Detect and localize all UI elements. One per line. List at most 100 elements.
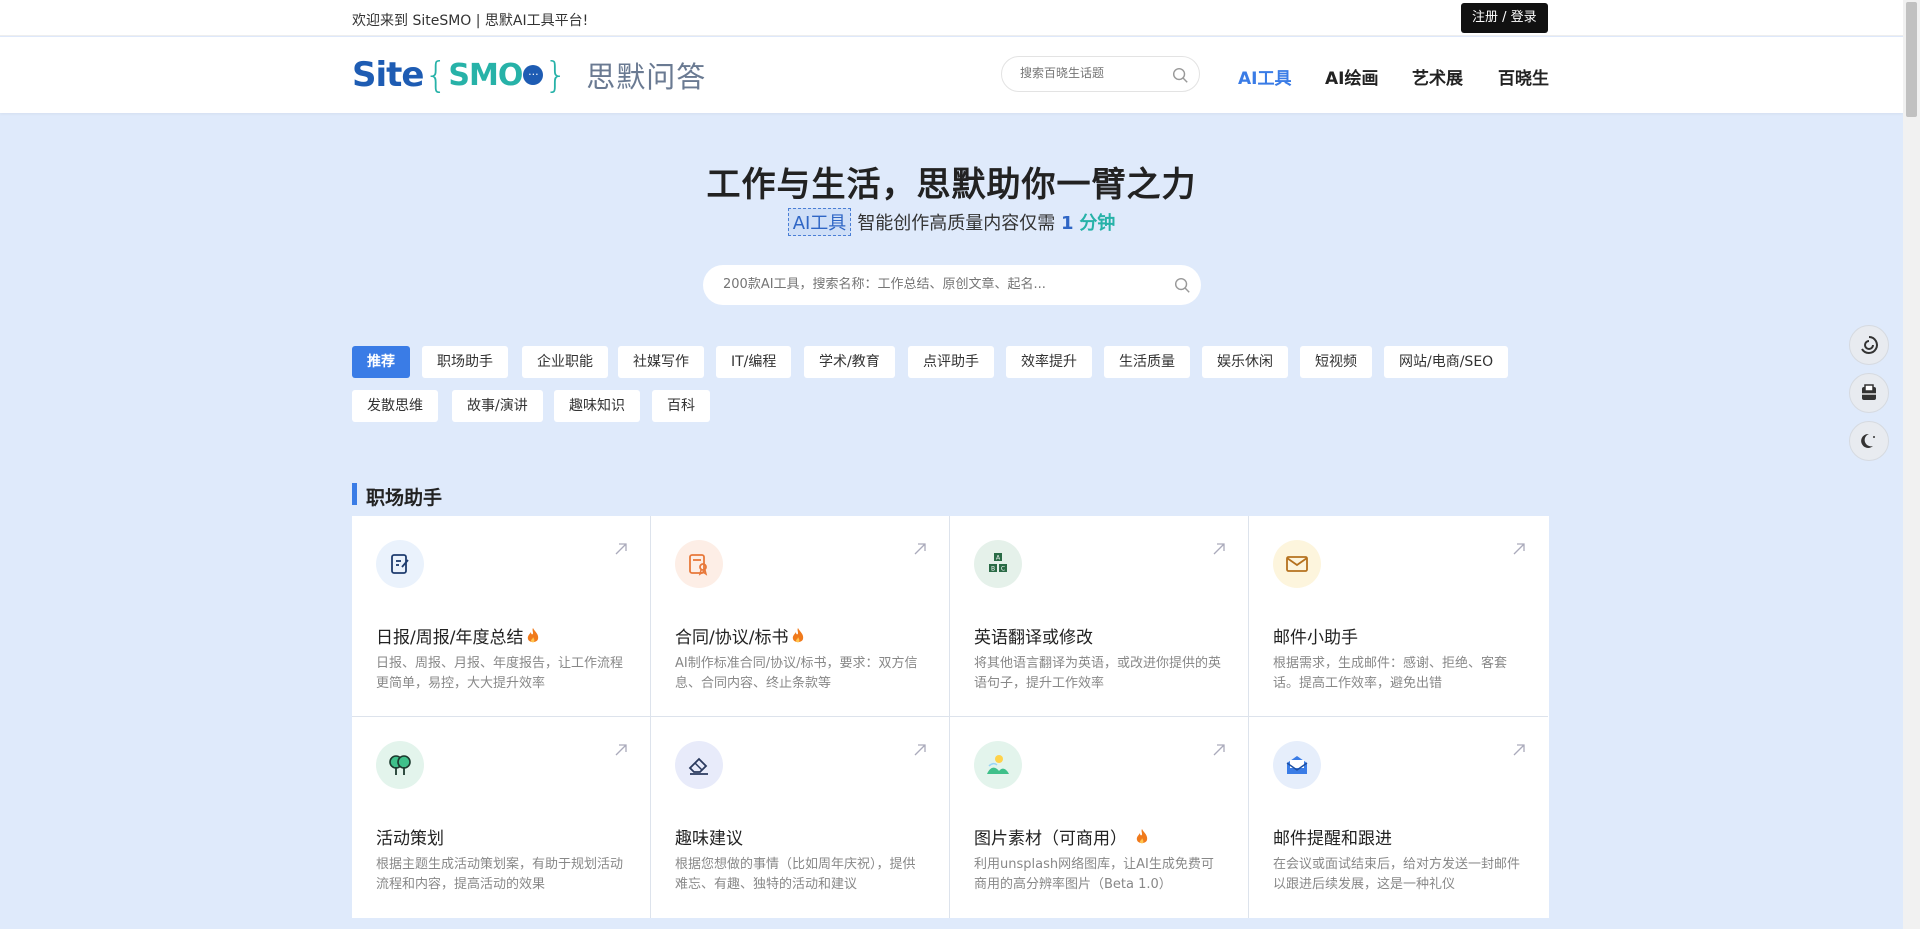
tool-card-title: 邮件提醒和跟进 <box>1273 824 1392 849</box>
tool-card-title: 趣味建议 <box>675 824 743 849</box>
hero-search-box[interactable] <box>703 265 1201 305</box>
category-tag[interactable]: 网站/电商/SEO <box>1384 346 1509 378</box>
tool-card-title: 邮件小助手 <box>1273 623 1358 648</box>
tool-card[interactable]: 图片素材（可商用） 利用unsplash网络图库，让AI生成免费可商用的高分辨率… <box>950 717 1249 918</box>
arrow-up-right-icon <box>615 543 627 555</box>
tool-card-desc: 根据主题生成活动策划案，有助于规划活动流程和内容，提高活动的效果 <box>376 857 624 892</box>
category-tag[interactable]: 发散思维 <box>352 390 438 422</box>
tool-card-title-text: 日报/周报/年度总结 <box>376 628 524 648</box>
hero-sub-text: 智能创作高质量内容仅需 <box>857 213 1056 234</box>
category-tag[interactable]: 娱乐休闲 <box>1202 346 1288 378</box>
tool-card-title-text: 英语翻译或修改 <box>974 628 1093 648</box>
tool-card-desc: 将其他语言翻译为英语，或改进你提供的英语句子，提升工作效率 <box>974 656 1222 691</box>
tool-card-title-text: 趣味建议 <box>675 829 743 849</box>
category-tag[interactable]: 效率提升 <box>1006 346 1092 378</box>
tool-card-desc: 在会议或面试结束后，给对方发送一封邮件以跟进后续发展，这是一种礼仪 <box>1273 857 1521 892</box>
tool-card-title: 英语翻译或修改 <box>974 623 1093 648</box>
trees-icon <box>376 741 424 789</box>
svg-text:C: C <box>1001 566 1005 573</box>
welcome-text: 欢迎来到 SiteSMO | 思默AI工具平台! <box>352 13 589 29</box>
arrow-up-right-icon <box>1513 744 1525 756</box>
tool-card[interactable]: 活动策划 根据主题生成活动策划案，有助于规划活动流程和内容，提高活动的效果 <box>352 717 651 918</box>
category-tag-recommend[interactable]: 推荐 <box>352 346 410 378</box>
category-tag[interactable]: 短视频 <box>1300 346 1372 378</box>
header-search-box[interactable] <box>1001 56 1200 92</box>
tool-card-title: 日报/周报/年度总结 <box>376 623 540 648</box>
logo-smo-text: SMO <box>448 57 523 93</box>
category-tag[interactable]: 学术/教育 <box>804 346 895 378</box>
tool-card[interactable]: 合同/协议/标书 AI制作标准合同/协议/标书，要求：双方信息、合同内容、终止条… <box>651 516 950 717</box>
hero-subtitle: AI工具 智能创作高质量内容仅需 1 分钟 <box>0 208 1903 236</box>
share-button[interactable] <box>1849 325 1889 365</box>
hero-sub-tag: AI工具 <box>787 208 852 236</box>
category-tag[interactable]: 生活质量 <box>1104 346 1190 378</box>
tool-card[interactable]: 日报/周报/年度总结 日报、周报、月报、年度报告，让工作流程更简单，易控，大大提… <box>352 516 651 717</box>
scrollbar-track[interactable] <box>1903 0 1920 929</box>
chat-bubble-icon: ··· <box>523 65 544 85</box>
logo-site-text: Site <box>352 55 424 95</box>
tool-card[interactable]: 邮件小助手 根据需求，生成邮件：感谢、拒绝、客套话。提高工作效率，避免出错 <box>1249 516 1548 717</box>
section-title: 职场助手 <box>352 483 442 510</box>
category-tag[interactable]: IT/编程 <box>716 346 792 378</box>
arrow-up-right-icon <box>914 744 926 756</box>
share-loop-icon <box>1861 336 1878 354</box>
abc-blocks-icon: ABC <box>974 540 1022 588</box>
dark-mode-button[interactable] <box>1849 421 1889 461</box>
arrow-up-right-icon <box>1213 744 1225 756</box>
tool-card-title: 图片素材（可商用） <box>974 824 1149 849</box>
logo-brace-left: { <box>424 54 448 96</box>
tool-card-desc: 根据您想做的事情（比如周年庆祝），提供难忘、有趣、独特的活动和建议 <box>675 857 916 892</box>
tool-card-desc: 利用unsplash网络图库，让AI生成免费可商用的高分辨率图片（Beta 1.… <box>974 857 1214 892</box>
hero-sub-unit: 分钟 <box>1079 213 1116 234</box>
svg-text:B: B <box>991 566 995 573</box>
category-tag[interactable]: 百科 <box>652 390 710 422</box>
tool-card[interactable]: 邮件提醒和跟进 在会议或面试结束后，给对方发送一封邮件以跟进后续发展，这是一种礼… <box>1249 717 1548 918</box>
header-search-input[interactable] <box>1020 66 1170 80</box>
tool-card-title: 活动策划 <box>376 824 444 849</box>
tool-card-desc: 根据需求，生成邮件：感谢、拒绝、客套话。提高工作效率，避免出错 <box>1273 656 1508 691</box>
category-tag[interactable]: 故事/演讲 <box>452 390 543 422</box>
arrow-up-right-icon <box>914 543 926 555</box>
search-icon[interactable] <box>1173 276 1191 294</box>
fire-icon <box>528 627 539 642</box>
logo-cn-text: 思默问答 <box>586 60 707 94</box>
tool-card-grid: 日报/周报/年度总结 日报、周报、月报、年度报告，让工作流程更简单，易控，大大提… <box>352 516 1549 918</box>
nav-art-exhibition[interactable]: 艺术展 <box>1412 64 1463 89</box>
tool-card-title: 合同/协议/标书 <box>675 623 805 648</box>
fire-icon <box>1136 828 1148 843</box>
tool-card-desc: AI制作标准合同/协议/标书，要求：双方信息、合同内容、终止条款等 <box>675 656 918 691</box>
tool-card-title-text: 活动策划 <box>376 829 444 849</box>
moon-icon <box>1861 433 1875 448</box>
hero-title: 工作与生活，思默助你一臂之力 <box>706 165 1197 205</box>
category-tag[interactable]: 趣味知识 <box>554 390 640 422</box>
tool-card[interactable]: ABC 英语翻译或修改 将其他语言翻译为英语，或改进你提供的英语句子，提升工作效… <box>950 516 1249 717</box>
tool-card-desc: 日报、周报、月报、年度报告，让工作流程更简单，易控，大大提升效率 <box>376 656 624 691</box>
arrow-up-right-icon <box>615 744 627 756</box>
tool-card-title-text: 图片素材（可商用） <box>974 829 1127 849</box>
mail-icon <box>1273 540 1321 588</box>
fire-icon <box>793 627 804 642</box>
category-tag[interactable]: 点评助手 <box>908 346 994 378</box>
category-tag[interactable]: 社媒写作 <box>618 346 704 378</box>
hero-sub-number: 1 <box>1061 213 1074 234</box>
login-register-button[interactable]: 注册 / 登录 <box>1461 3 1548 33</box>
logo-brace-right: } <box>544 54 568 96</box>
tool-card-title-text: 邮件提醒和跟进 <box>1273 829 1392 849</box>
category-tag[interactable]: 职场助手 <box>422 346 508 378</box>
category-tag[interactable]: 企业职能 <box>522 346 608 378</box>
nav-ai-tools[interactable]: AI工具 <box>1238 64 1291 89</box>
tool-card[interactable]: 趣味建议 根据您想做的事情（比如周年庆祝），提供难忘、有趣、独特的活动和建议 <box>651 717 950 918</box>
top-bar: 欢迎来到 SiteSMO | 思默AI工具平台! 注册 / 登录 <box>0 0 1903 36</box>
edit-document-icon <box>376 540 424 588</box>
inbox-button[interactable] <box>1849 373 1889 413</box>
site-logo[interactable]: Site { SMO ··· } 思默问答 <box>352 54 707 96</box>
arrow-up-right-icon <box>1213 543 1225 555</box>
eraser-icon <box>675 741 723 789</box>
hero-search-input[interactable] <box>723 277 1163 292</box>
nav-ai-painting[interactable]: AI绘画 <box>1325 64 1378 89</box>
arrow-up-right-icon <box>1513 543 1525 555</box>
scrollbar-thumb[interactable] <box>1906 2 1917 117</box>
nav-baixiaosheng[interactable]: 百晓生 <box>1498 64 1549 89</box>
search-icon[interactable] <box>1171 66 1189 84</box>
tool-card-title-text: 邮件小助手 <box>1273 628 1358 648</box>
